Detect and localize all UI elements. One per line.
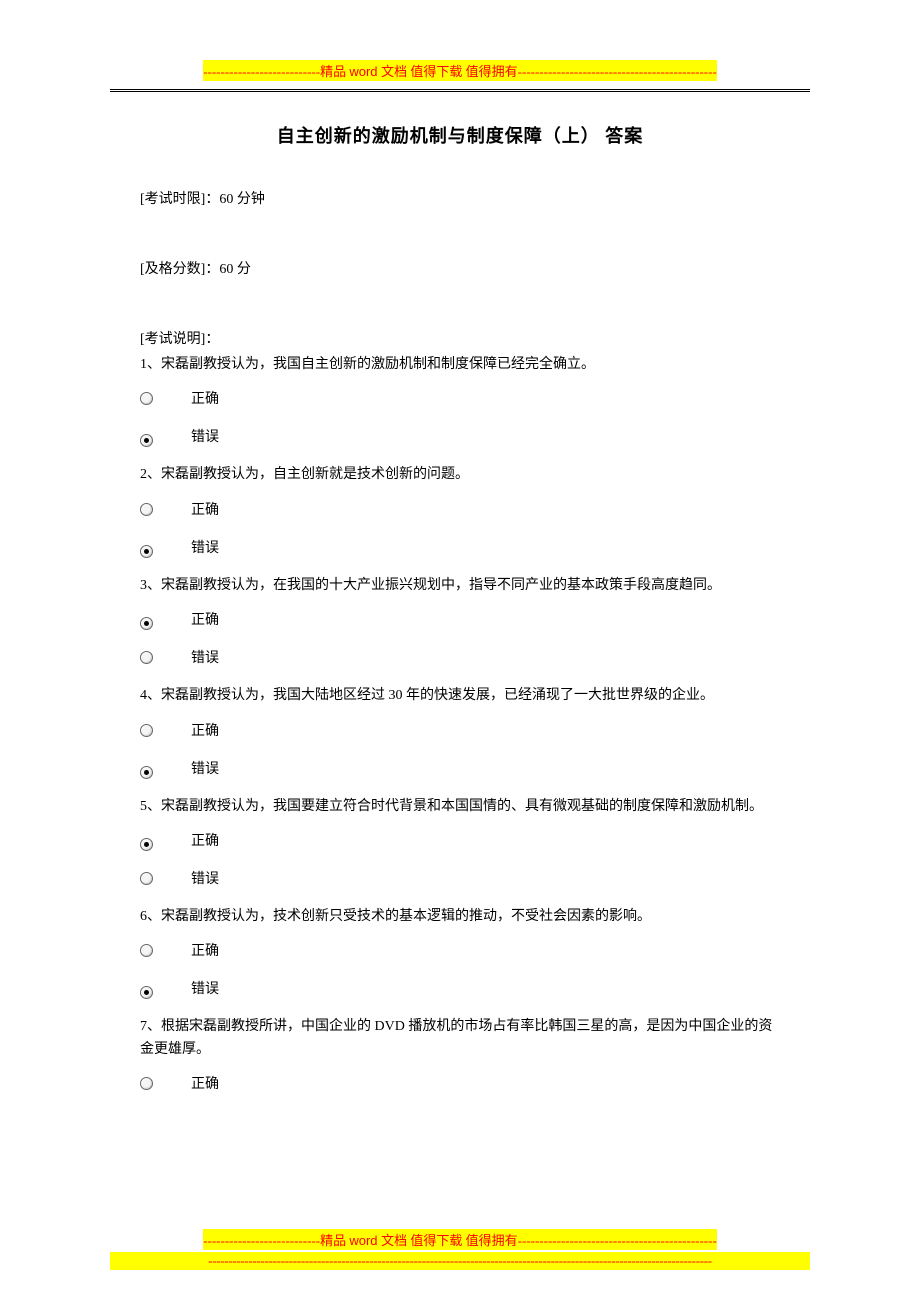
footer-banner-line1: ---------------------------精品 word 文档 值得… bbox=[203, 1229, 717, 1250]
footer-banner: ---------------------------精品 word 文档 值得… bbox=[0, 1229, 920, 1270]
option-label-wrong: 错误 bbox=[191, 647, 219, 667]
option-row-correct[interactable]: 正确 bbox=[140, 499, 780, 519]
option-row-correct[interactable]: 正确 bbox=[140, 830, 780, 850]
radio-icon[interactable] bbox=[140, 392, 153, 405]
option-row-wrong[interactable]: 错误 bbox=[140, 647, 780, 667]
dashes-right: ----------------------------------------… bbox=[518, 64, 717, 79]
question-text: 2、宋磊副教授认为，自主创新就是技术创新的问题。 bbox=[140, 464, 780, 486]
footer-banner-suffix: 文档 值得下载 值得拥有 bbox=[381, 1233, 518, 1248]
radio-icon[interactable] bbox=[140, 434, 153, 447]
page-title: 自主创新的激励机制与制度保障（上） 答案 bbox=[140, 122, 780, 148]
radio-icon[interactable] bbox=[140, 872, 153, 885]
option-row-correct[interactable]: 正确 bbox=[140, 609, 780, 629]
footer-dashes-left: --------------------------- bbox=[203, 1233, 320, 1248]
question-text: 1、宋磊副教授认为，我国自主创新的激励机制和制度保障已经完全确立。 bbox=[140, 354, 780, 376]
option-label-correct: 正确 bbox=[191, 940, 219, 960]
footer-banner-line2: ----------------------------------------… bbox=[110, 1252, 810, 1270]
radio-icon[interactable] bbox=[140, 944, 153, 957]
option-row-wrong[interactable]: 错误 bbox=[140, 868, 780, 888]
question-text: 5、宋磊副教授认为，我国要建立符合时代背景和本国国情的、具有微观基础的制度保障和… bbox=[140, 796, 780, 818]
footer-banner-prefix: 精品 bbox=[320, 1233, 349, 1248]
exam-time-limit: [考试时限]：60 分钟 bbox=[140, 188, 780, 208]
option-label-wrong: 错误 bbox=[191, 426, 219, 446]
option-label-wrong: 错误 bbox=[191, 868, 219, 888]
radio-icon[interactable] bbox=[140, 724, 153, 737]
banner-suffix: 文档 值得下载 值得拥有 bbox=[381, 64, 518, 79]
option-label-correct: 正确 bbox=[191, 720, 219, 740]
radio-icon[interactable] bbox=[140, 651, 153, 664]
option-label-wrong: 错误 bbox=[191, 537, 219, 557]
header-banner-line: ---------------------------精品 word 文档 值得… bbox=[203, 60, 717, 81]
question-text: 7、根据宋磊副教授所讲，中国企业的 DVD 播放机的市场占有率比韩国三星的高，是… bbox=[140, 1016, 780, 1061]
radio-icon[interactable] bbox=[140, 766, 153, 779]
banner-prefix: 精品 bbox=[320, 64, 349, 79]
radio-icon[interactable] bbox=[140, 1077, 153, 1090]
header-banner: ---------------------------精品 word 文档 值得… bbox=[0, 0, 920, 89]
option-row-correct[interactable]: 正确 bbox=[140, 720, 780, 740]
radio-icon[interactable] bbox=[140, 986, 153, 999]
radio-icon[interactable] bbox=[140, 503, 153, 516]
option-label-wrong: 错误 bbox=[191, 978, 219, 998]
footer-banner-word: word bbox=[349, 1233, 381, 1248]
option-label-correct: 正确 bbox=[191, 388, 219, 408]
option-row-correct[interactable]: 正确 bbox=[140, 940, 780, 960]
option-row-correct[interactable]: 正确 bbox=[140, 388, 780, 408]
radio-icon[interactable] bbox=[140, 838, 153, 851]
option-label-wrong: 错误 bbox=[191, 758, 219, 778]
questions-container: 1、宋磊副教授认为，我国自主创新的激励机制和制度保障已经完全确立。正确错误2、宋… bbox=[140, 354, 780, 1093]
dashes-left: --------------------------- bbox=[203, 64, 320, 79]
option-label-correct: 正确 bbox=[191, 499, 219, 519]
option-row-wrong[interactable]: 错误 bbox=[140, 426, 780, 446]
question-text: 4、宋磊副教授认为，我国大陆地区经过 30 年的快速发展，已经涌现了一大批世界级… bbox=[140, 685, 780, 707]
radio-icon[interactable] bbox=[140, 617, 153, 630]
exam-pass-score: [及格分数]：60 分 bbox=[140, 258, 780, 278]
banner-word: word bbox=[349, 64, 381, 79]
option-label-correct: 正确 bbox=[191, 1073, 219, 1093]
option-label-correct: 正确 bbox=[191, 609, 219, 629]
option-row-correct[interactable]: 正确 bbox=[140, 1073, 780, 1093]
footer-dashes-right: ----------------------------------------… bbox=[518, 1233, 717, 1248]
option-row-wrong[interactable]: 错误 bbox=[140, 978, 780, 998]
radio-icon[interactable] bbox=[140, 545, 153, 558]
option-label-correct: 正确 bbox=[191, 830, 219, 850]
question-text: 3、宋磊副教授认为，在我国的十大产业振兴规划中，指导不同产业的基本政策手段高度趋… bbox=[140, 575, 780, 597]
document-content: 自主创新的激励机制与制度保障（上） 答案 [考试时限]：60 分钟 [及格分数]… bbox=[0, 92, 920, 1093]
option-row-wrong[interactable]: 错误 bbox=[140, 758, 780, 778]
exam-notes: [考试说明]： bbox=[140, 328, 780, 348]
question-text: 6、宋磊副教授认为，技术创新只受技术的基本逻辑的推动，不受社会因素的影响。 bbox=[140, 906, 780, 928]
option-row-wrong[interactable]: 错误 bbox=[140, 537, 780, 557]
